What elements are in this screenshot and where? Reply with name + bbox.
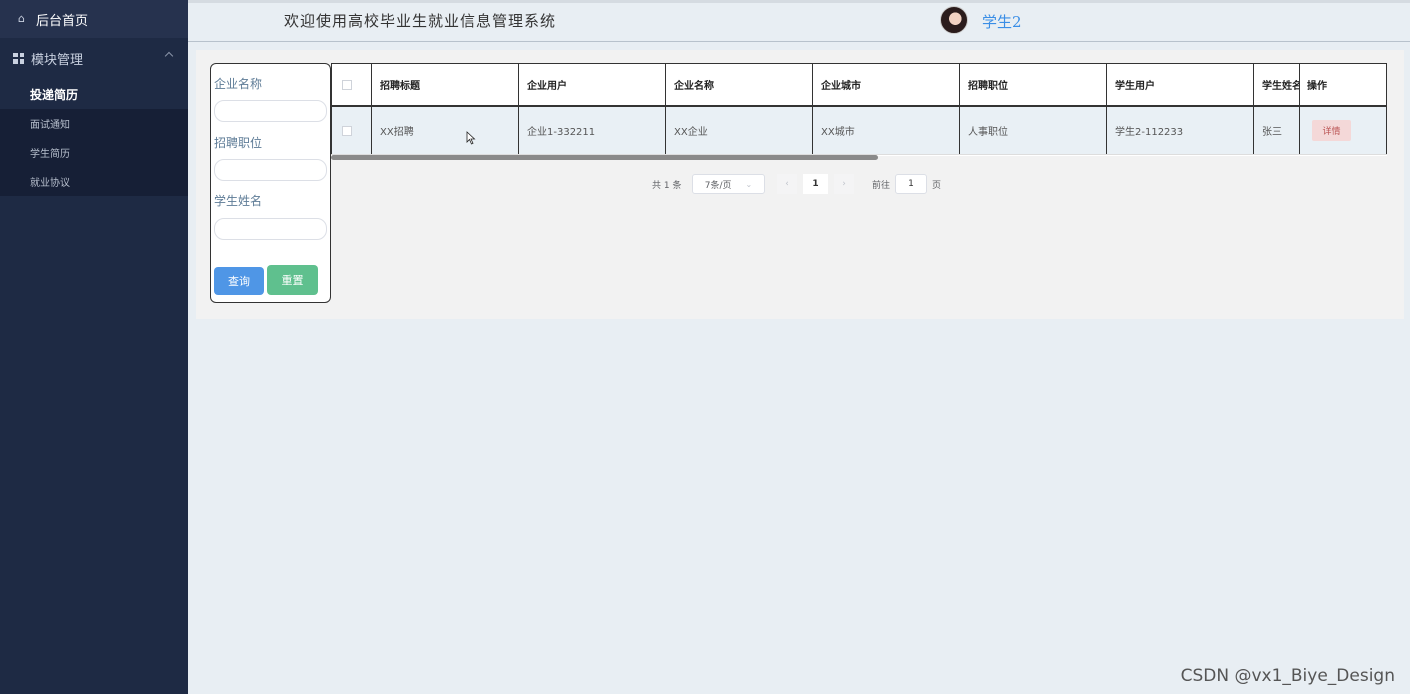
- company-name-input[interactable]: [214, 100, 327, 122]
- top-header: 欢迎使用高校毕业生就业信息管理系统 学生2: [188, 0, 1410, 42]
- pagination-total: 共 1 条: [652, 180, 682, 191]
- chevron-right-icon: ›: [842, 179, 846, 189]
- table-cell: 企业1-332211: [519, 107, 666, 154]
- page-title: 欢迎使用高校毕业生就业信息管理系统: [284, 12, 557, 30]
- select-all-cell: [331, 64, 372, 105]
- position-label: 招聘职位: [214, 136, 263, 150]
- goto-page-input[interactable]: 1: [895, 174, 927, 194]
- sidebar-item-student-resumes[interactable]: 学生简历: [0, 138, 188, 167]
- column-header[interactable]: 企业名称: [666, 64, 813, 105]
- prev-page-button[interactable]: ‹: [777, 174, 797, 194]
- row-select-cell: [331, 107, 372, 154]
- column-header: 操作: [1300, 64, 1387, 105]
- table-header: 招聘标题 企业用户 企业名称 企业城市 招聘职位 学生用户 学生姓名 操作: [331, 63, 1387, 107]
- page-number-button[interactable]: 1: [803, 174, 828, 194]
- data-table: 招聘标题 企业用户 企业名称 企业城市 招聘职位 学生用户 学生姓名 操作 XX…: [331, 63, 1387, 156]
- goto-label: 前往: [872, 180, 891, 191]
- sidebar-submenu: 投递简历 面试通知 学生简历 就业协议: [0, 80, 188, 196]
- company-name-label: 企业名称: [214, 77, 263, 91]
- horizontal-scrollbar[interactable]: [331, 155, 878, 160]
- grid-icon: [13, 52, 24, 64]
- sidebar-group-label: 模块管理: [31, 52, 84, 68]
- student-name-input[interactable]: [214, 218, 327, 240]
- column-header[interactable]: 招聘职位: [960, 64, 1107, 105]
- next-page-button[interactable]: ›: [834, 174, 854, 194]
- student-name-label: 学生姓名: [214, 194, 263, 208]
- column-header[interactable]: 招聘标题: [372, 64, 519, 105]
- chevron-left-icon: ‹: [785, 179, 789, 189]
- action-cell: 详情: [1300, 107, 1387, 154]
- column-header[interactable]: 企业城市: [813, 64, 960, 105]
- page-size-select[interactable]: 7条/页 ⌄: [692, 174, 765, 194]
- sidebar-item-employment-agreements[interactable]: 就业协议: [0, 167, 188, 196]
- sidebar-item-home[interactable]: ⌂ 后台首页: [0, 0, 188, 38]
- user-name[interactable]: 学生2: [982, 11, 1022, 32]
- column-header[interactable]: 学生用户: [1107, 64, 1254, 105]
- sidebar-item-submitted-resumes[interactable]: 投递简历: [0, 80, 188, 109]
- sidebar-item-label: 后台首页: [36, 13, 89, 29]
- select-all-checkbox[interactable]: [342, 79, 352, 90]
- chevron-down-icon: ⌄: [745, 179, 753, 189]
- table-cell: 学生2-112233: [1107, 107, 1254, 154]
- column-header[interactable]: 学生姓名: [1254, 64, 1300, 105]
- table-cell: 张三: [1254, 107, 1300, 154]
- detail-button[interactable]: 详情: [1312, 120, 1351, 141]
- position-input[interactable]: [214, 159, 327, 181]
- mouse-cursor-icon: [466, 131, 476, 145]
- chevron-up-icon: [164, 51, 174, 61]
- sidebar-item-interview-notices[interactable]: 面试通知: [0, 109, 188, 138]
- table-cell: XX城市: [813, 107, 960, 154]
- home-icon: ⌂: [18, 12, 25, 25]
- reset-button[interactable]: 重置: [267, 265, 318, 295]
- watermark: CSDN @vx1_Biye_Design: [1180, 666, 1395, 686]
- column-header[interactable]: 企业用户: [519, 64, 666, 105]
- sidebar-group-module[interactable]: 模块管理: [0, 40, 188, 76]
- page-size-value: 7条/页: [704, 180, 732, 191]
- row-checkbox[interactable]: [342, 125, 352, 136]
- search-form: 企业名称 招聘职位 学生姓名 查询 重置: [210, 63, 331, 303]
- goto-suffix: 页: [932, 180, 942, 191]
- table-cell: XX企业: [666, 107, 813, 154]
- table-row[interactable]: XX招聘 企业1-332211 XX企业 XX城市 人事职位 学生2-11223…: [331, 107, 1387, 155]
- table-cell: 人事职位: [960, 107, 1107, 154]
- table-cell: XX招聘: [372, 107, 519, 154]
- sidebar: ⌂ 后台首页 模块管理 投递简历 面试通知 学生简历 就业协议: [0, 0, 188, 694]
- query-button[interactable]: 查询: [214, 267, 264, 295]
- avatar[interactable]: [940, 6, 968, 34]
